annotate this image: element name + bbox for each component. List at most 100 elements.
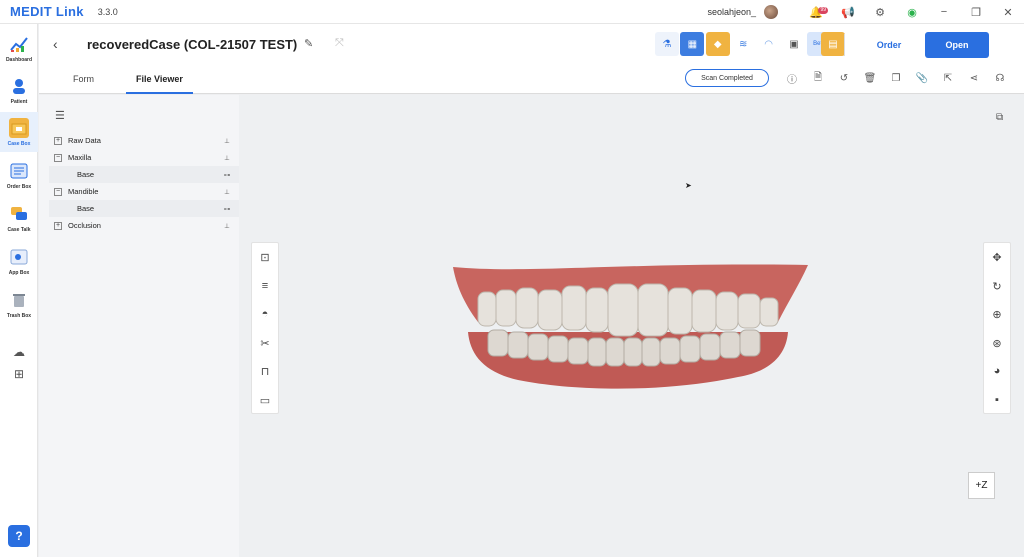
zoom-in-icon[interactable]: ⊕ bbox=[984, 300, 1010, 328]
edit-icon[interactable]: ✎ bbox=[304, 37, 313, 50]
expand-icon[interactable]: + bbox=[54, 221, 62, 230]
box-app-icon[interactable]: ▤ bbox=[821, 32, 845, 56]
nav-dashboard[interactable]: Dashboard bbox=[0, 28, 38, 68]
help-icon[interactable]: ? bbox=[8, 525, 30, 547]
rotate-icon[interactable]: ↻ bbox=[984, 272, 1010, 300]
nav-case-talk-label: Case Talk bbox=[7, 227, 31, 233]
app-version: 3.3.0 bbox=[97, 6, 118, 17]
header-separator bbox=[844, 34, 845, 56]
username[interactable]: seolahjeon_ bbox=[707, 7, 756, 17]
megaphone-icon[interactable]: 📢 bbox=[832, 0, 864, 24]
fit-view-icon[interactable]: ⊡ bbox=[252, 243, 278, 271]
tree-label: Base bbox=[77, 170, 95, 179]
tree-label: Maxilla bbox=[68, 153, 92, 162]
copy-icon[interactable]: ❐ bbox=[883, 68, 909, 88]
case-header: ‹ recoveredCase (COL-21507 TEST) ✎ ⤧ ⚗ ▦… bbox=[39, 24, 1024, 94]
order-button[interactable]: Order bbox=[857, 32, 921, 58]
tree-row-maxilla[interactable]: − Maxilla ⊥◉⋮ bbox=[49, 149, 269, 166]
pin-icon[interactable]: ⊥ bbox=[219, 188, 235, 196]
nav-app-box[interactable]: App Box bbox=[0, 241, 38, 281]
ortho-app-icon[interactable]: ≋ bbox=[731, 32, 756, 56]
tree-view-icon[interactable]: ☰ bbox=[55, 109, 65, 122]
nav-order-box-label: Order Box bbox=[6, 184, 32, 190]
collapse-icon[interactable]: − bbox=[54, 153, 62, 162]
share-icon[interactable]: ⋖ bbox=[961, 68, 987, 88]
clinic-app-icon[interactable]: ▣ bbox=[781, 32, 806, 56]
expand-icon[interactable]: + bbox=[54, 136, 62, 145]
nav-case-talk[interactable]: Case Talk bbox=[0, 198, 38, 238]
restore-icon[interactable]: ❐ bbox=[960, 0, 992, 24]
axis-z-button[interactable]: +Z bbox=[968, 472, 995, 499]
tree-row-mandible[interactable]: − Mandible ⊥◉⋮ bbox=[49, 183, 269, 200]
delete-icon[interactable]: 🗑 bbox=[857, 68, 883, 88]
measure-icon[interactable]: ⊓ bbox=[252, 357, 278, 385]
link-icon[interactable]: ⊶ bbox=[219, 205, 235, 213]
note-icon[interactable]: 🗎 bbox=[805, 68, 831, 88]
texture-icon[interactable]: ▪ bbox=[984, 386, 1010, 414]
cloud-upload-icon[interactable]: ☁ bbox=[0, 341, 38, 363]
nav-case-box-label: Case Box bbox=[7, 141, 31, 147]
case-box-icon bbox=[9, 118, 29, 138]
tab-form[interactable]: Form bbox=[63, 68, 104, 94]
scan-app-icon[interactable]: ⚗ bbox=[655, 32, 679, 56]
collapse-icon[interactable]: − bbox=[54, 187, 62, 196]
back-icon[interactable]: ‹ bbox=[53, 36, 58, 52]
nav-patient[interactable]: Patient bbox=[0, 70, 38, 110]
align-icon[interactable]: ≡ bbox=[252, 272, 278, 300]
order-box-icon bbox=[9, 161, 29, 181]
case-title: recoveredCase (COL-21507 TEST) bbox=[87, 37, 298, 52]
fullscreen-icon[interactable]: ⧉ bbox=[996, 112, 1003, 123]
patient-icon bbox=[9, 76, 29, 96]
model-builder-icon[interactable]: ◆ bbox=[705, 32, 730, 56]
avatar[interactable] bbox=[764, 5, 778, 19]
settings-icon[interactable]: ⚙ bbox=[864, 0, 896, 24]
zoom-fit-icon[interactable]: ⊛ bbox=[984, 329, 1010, 357]
mouse-cursor-icon: ➤ bbox=[685, 181, 692, 190]
tree-row-raw-data[interactable]: + Raw Data ⊥⊘⋮ bbox=[49, 132, 269, 149]
nav-patient-label: Patient bbox=[10, 99, 28, 105]
nav-trash-box[interactable]: Trash Box bbox=[0, 284, 38, 324]
close-icon[interactable]: ✕ bbox=[992, 0, 1024, 24]
smile-app-icon[interactable]: ◠ bbox=[756, 32, 781, 56]
pin-icon[interactable]: ⊥ bbox=[219, 154, 235, 162]
left-toolbar: ⊡ ≡ ◓ ✂ ⊓ ▭ bbox=[251, 242, 279, 414]
tree-row-maxilla-base[interactable]: Base ⊶◉⋮ bbox=[49, 166, 269, 183]
app-shortcuts: ⚗ ▦ ◆ ≋ ◠ ▣ Beta bbox=[655, 32, 833, 56]
right-toolbar: ✥ ↻ ⊕ ⊛ ◕ ▪ bbox=[983, 242, 1011, 414]
case-tabs: Form File Viewer bbox=[63, 68, 215, 94]
title-bar: MEDIT Link 3.3.0 seolahjeon_ 🔔 99 📢 ⚙ ◉ −… bbox=[0, 0, 1024, 24]
dashboard-icon bbox=[9, 34, 29, 54]
nav-app-box-label: App Box bbox=[8, 270, 30, 276]
notification-icon[interactable]: 🔔 99 bbox=[800, 0, 832, 24]
link-icon[interactable]: ⊶ bbox=[219, 171, 235, 179]
nav-order-box[interactable]: Order Box bbox=[0, 155, 38, 195]
pan-icon[interactable]: ✥ bbox=[984, 243, 1010, 271]
case-tools: ⓘ 🗎 ↺ 🗑 ❐ 📎 ⇱ ⋖ ☊ bbox=[779, 68, 1013, 88]
capture-icon[interactable]: ▭ bbox=[252, 386, 278, 414]
history-icon[interactable]: ↺ bbox=[831, 68, 857, 88]
open-button[interactable]: Open bbox=[925, 32, 989, 58]
support-icon[interactable]: ☊ bbox=[987, 68, 1013, 88]
nav-case-box[interactable]: Case Box bbox=[0, 112, 38, 152]
cut-icon[interactable]: ✂ bbox=[252, 329, 278, 357]
export-icon[interactable]: ⇱ bbox=[935, 68, 961, 88]
dental-model[interactable] bbox=[448, 262, 813, 394]
pin-icon[interactable]: ⊥ bbox=[219, 222, 235, 230]
pin-icon[interactable]: ⊥ bbox=[219, 137, 235, 145]
tree-label: Raw Data bbox=[68, 136, 101, 145]
app-box-icon bbox=[9, 247, 29, 267]
trash-box-icon bbox=[9, 290, 29, 310]
info-icon[interactable]: ⓘ bbox=[779, 68, 805, 88]
color-map-icon[interactable]: ◕ bbox=[984, 357, 1010, 385]
tab-file-viewer[interactable]: File Viewer bbox=[126, 68, 193, 94]
tree-row-occlusion[interactable]: + Occlusion ⊥⊘⋮ bbox=[49, 217, 269, 234]
design-app-icon[interactable]: ▦ bbox=[680, 32, 705, 56]
section-icon[interactable]: ◓ bbox=[252, 300, 278, 328]
tree-label: Base bbox=[77, 204, 95, 213]
tree-row-mandible-base[interactable]: Base ⊶◉⋮ bbox=[49, 200, 269, 217]
apps-grid-icon[interactable]: ⊞ bbox=[0, 363, 38, 385]
attach-icon[interactable]: 📎 bbox=[909, 68, 935, 88]
minimize-icon[interactable]: − bbox=[928, 0, 960, 24]
wifi-icon[interactable]: ◉ bbox=[896, 0, 928, 24]
link-icon[interactable]: ⤧ bbox=[335, 37, 344, 50]
